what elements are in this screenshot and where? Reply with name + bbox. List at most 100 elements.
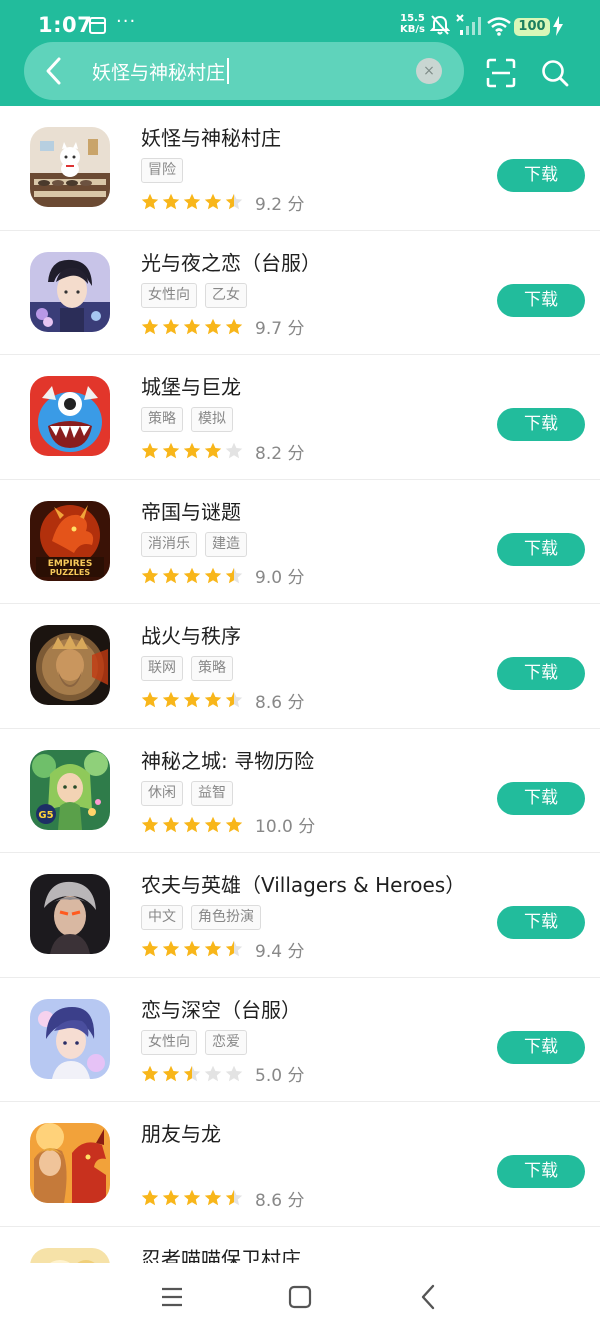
download-button[interactable]: 下载: [497, 408, 585, 441]
star-rating: 5.0 分: [141, 1063, 305, 1086]
back-arrow-icon[interactable]: [40, 54, 68, 88]
app-score: 10.0 分: [255, 817, 316, 837]
star-filled-icon: [162, 442, 180, 459]
app-list-item[interactable]: 农夫与英雄（Villagers & Heroes） 中文 角色扮演 9.4 分 …: [0, 853, 600, 978]
app-name: 神秘之城: 寻物历险: [141, 748, 315, 773]
bronze-king-coin-icon: [30, 625, 110, 705]
star-filled-icon: [162, 816, 180, 832]
tag-group: 消消乐 建造: [141, 531, 247, 558]
anime-man-portrait-icon: [30, 251, 110, 332]
star-filled-icon: [141, 567, 159, 583]
app-list-item[interactable]: 战火与秩序 联网 策略 8.6 分 下载: [0, 604, 600, 729]
star-filled-icon: [183, 816, 201, 832]
star-filled-icon: [225, 318, 243, 334]
app-list-item[interactable]: 恋与深空（台服） 女性向 恋爱 5.0 分 下载: [0, 978, 600, 1102]
download-button[interactable]: 下载: [497, 657, 585, 690]
dark-warrior-icon: [30, 874, 110, 954]
network-speed-value: 15.5: [400, 13, 425, 24]
calendar-notification-icon: [89, 17, 106, 34]
stars: [141, 940, 243, 958]
download-button[interactable]: 下载: [497, 159, 585, 192]
download-button[interactable]: 下载: [497, 906, 585, 939]
star-rating: 8.6 分: [141, 689, 305, 713]
download-button[interactable]: 下载: [497, 781, 585, 815]
app-score: 8.6 分: [255, 692, 305, 713]
wifi-icon: [487, 17, 511, 36]
star-filled-icon: [204, 193, 222, 210]
app-list-item[interactable]: 光与夜之恋（台服） 女性向 乙女 9.7 分 下载: [0, 231, 600, 355]
app-tag: 女性向: [141, 282, 197, 308]
star-filled-icon: [204, 1189, 222, 1206]
knight-and-dragon-icon: [30, 1123, 110, 1203]
download-button[interactable]: 下载: [497, 283, 585, 317]
app-tag: 建造: [205, 531, 247, 557]
status-bar: 1:07 ··· 15.5 KB/s 100: [0, 0, 600, 44]
star-rating: 10.0 分: [141, 814, 316, 837]
star-filled-icon: [204, 940, 222, 957]
star-filled-icon: [162, 193, 180, 210]
star-filled-icon: [183, 567, 201, 583]
clear-search-button[interactable]: ×: [416, 58, 442, 84]
menu-icon[interactable]: [160, 1285, 184, 1309]
text-caret: [227, 58, 229, 84]
download-button[interactable]: 下载: [497, 1030, 585, 1064]
blue-monster-icon: [30, 376, 110, 456]
star-rating: 8.6 分: [141, 1187, 304, 1211]
app-list-item[interactable]: 忍者喵喵保卫村庄: [0, 1227, 600, 1264]
app-list-item[interactable]: 朋友与龙 8.6 分 下载: [0, 1102, 600, 1227]
svg-text:G5: G5: [38, 810, 53, 821]
back-triangle-icon[interactable]: [418, 1283, 438, 1311]
app-tag: 模拟: [191, 407, 233, 432]
anime-boy-icon: [30, 998, 110, 1079]
app-name: 城堡与巨龙: [141, 375, 241, 399]
search-input[interactable]: [92, 56, 392, 86]
star-half-icon: [225, 193, 243, 210]
scan-icon[interactable]: [486, 58, 516, 88]
home-square-icon[interactable]: [288, 1285, 312, 1309]
star-filled-icon: [183, 691, 201, 708]
star-empty-icon: [225, 442, 243, 459]
app-tag: 联网: [141, 656, 183, 681]
app-score: 9.7 分: [255, 319, 305, 339]
app-list-item[interactable]: EMPIRES PUZZLES 帝国与谜题 消消乐 建造 9.0 分 下载: [0, 480, 600, 604]
star-filled-icon: [183, 1189, 201, 1206]
mute-bell-icon: [430, 15, 450, 35]
maneki-neko-shelf-icon: [30, 127, 110, 207]
app-name: 妖怪与神秘村庄: [141, 126, 281, 150]
app-score: 9.2 分: [255, 194, 305, 215]
stars: [141, 567, 243, 585]
stars: [141, 1189, 243, 1207]
svg-text:PUZZLES: PUZZLES: [50, 568, 91, 577]
tag-group: 中文 角色扮演: [141, 905, 261, 931]
app-tag: 女性向: [141, 1029, 197, 1055]
system-navigation-bar: [0, 1263, 600, 1333]
star-filled-icon: [183, 318, 201, 334]
top-app-bar: 1:07 ··· 15.5 KB/s 100 妖怪与神秘村庄 ×: [0, 0, 600, 106]
star-filled-icon: [162, 691, 180, 708]
star-half-icon: [225, 691, 243, 708]
search-icon[interactable]: [540, 58, 570, 88]
download-button[interactable]: 下载: [497, 532, 585, 566]
stars: [141, 1065, 243, 1083]
star-filled-icon: [141, 940, 159, 957]
app-list-item[interactable]: 城堡与巨龙 策略 模拟 8.2 分 下载: [0, 355, 600, 480]
app-tag: 消消乐: [141, 531, 197, 557]
star-filled-icon: [183, 940, 201, 957]
star-rating: 8.2 分: [141, 440, 305, 464]
app-score: 8.2 分: [255, 443, 305, 464]
app-name: 忍者喵喵保卫村庄: [141, 1246, 301, 1264]
battery-level: 100: [514, 18, 550, 36]
star-filled-icon: [204, 816, 222, 832]
app-name: 光与夜之恋（台服）: [141, 250, 321, 275]
download-button[interactable]: 下载: [497, 1155, 585, 1188]
app-score: 5.0 分: [255, 1066, 305, 1086]
star-rating: 9.0 分: [141, 565, 304, 588]
star-filled-icon: [141, 193, 159, 210]
star-rating: 9.4 分: [141, 938, 304, 962]
tag-group: 休闲 益智: [141, 780, 233, 807]
star-filled-icon: [141, 816, 159, 832]
app-list-item[interactable]: G5 神秘之城: 寻物历险 休闲 益智 10.0 分 下载: [0, 729, 600, 853]
app-name: 朋友与龙: [141, 1122, 221, 1146]
app-list-item[interactable]: 妖怪与神秘村庄 冒险 9.2 分 下载: [0, 106, 600, 231]
star-filled-icon: [183, 442, 201, 459]
